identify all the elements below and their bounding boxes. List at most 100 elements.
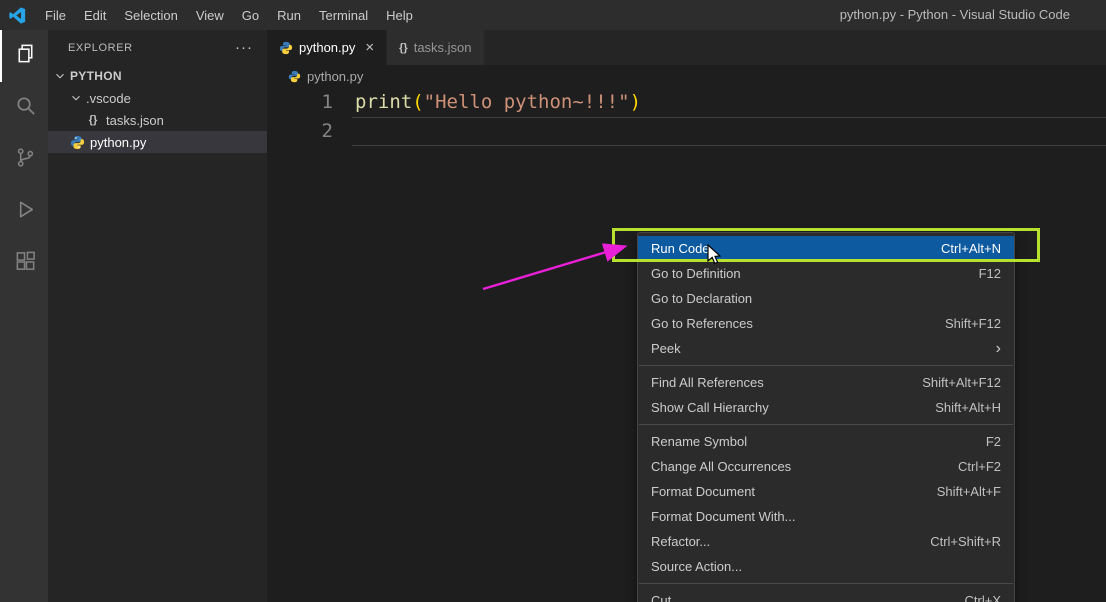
- menu-item-go-to-references[interactable]: Go to References Shift+F12: [638, 311, 1014, 336]
- menu-item-go-to-definition[interactable]: Go to Definition F12: [638, 261, 1014, 286]
- tree-item-python-py[interactable]: python.py: [48, 131, 267, 153]
- folder-label: .vscode: [86, 90, 131, 106]
- window-title: python.py - Python - Visual Studio Code: [839, 7, 1070, 22]
- menu-item-shortcut: F2: [985, 434, 1001, 449]
- tab-label: python.py: [299, 40, 356, 55]
- menu-separator: [639, 424, 1013, 425]
- menu-item-label: Refactor...: [651, 534, 711, 549]
- chevron-down-icon: [52, 69, 68, 83]
- menu-item-label: Peek: [651, 341, 681, 356]
- menu-item-shortcut: Shift+Alt+F: [936, 484, 1001, 499]
- run-debug-icon: [14, 198, 37, 226]
- python-file-icon: [288, 70, 301, 83]
- tree-item-tasks-json[interactable]: {} tasks.json: [48, 109, 267, 131]
- menu-item-go-to-declaration[interactable]: Go to Declaration: [638, 286, 1014, 311]
- breadcrumb: python.py: [267, 65, 1106, 88]
- activity-bar: [0, 30, 48, 602]
- tree-item-vscode-folder[interactable]: .vscode: [48, 87, 267, 109]
- menu-item-shortcut: F12: [978, 266, 1001, 281]
- code-text: print("Hello python~!!!"): [333, 88, 641, 117]
- token-paren-open: (: [412, 91, 424, 113]
- menu-item-shortcut: Shift+Alt+F12: [922, 375, 1001, 390]
- menu-item-show-call-hierarchy[interactable]: Show Call Hierarchy Shift+Alt+H: [638, 395, 1014, 420]
- files-icon: [14, 42, 37, 70]
- menu-item-shortcut: Ctrl+X: [964, 593, 1001, 602]
- menu-item-label: Find All References: [651, 375, 764, 390]
- menu-item-label: Run Code: [651, 241, 710, 256]
- menu-item-shortcut: Ctrl+Shift+R: [930, 534, 1001, 549]
- activity-source-control[interactable]: [0, 134, 48, 186]
- menu-item-label: Format Document: [651, 484, 756, 499]
- file-label: tasks.json: [106, 112, 164, 128]
- menu-separator: [639, 365, 1013, 366]
- current-line-highlight: [352, 117, 1106, 146]
- menu-item-rename-symbol[interactable]: Rename Symbol F2: [638, 429, 1014, 454]
- tree-root-python[interactable]: PYTHON: [48, 65, 267, 87]
- token-string: "Hello python~!!!": [423, 91, 630, 113]
- editor-context-menu: Run Code Ctrl+Alt+N Go to Definition F12…: [637, 232, 1015, 602]
- explorer-sidebar: EXPLORER ··· PYTHON .vscode {} tasks.jso…: [48, 30, 267, 602]
- menu-item-label: Rename Symbol: [651, 434, 748, 449]
- menu-edit[interactable]: Edit: [75, 0, 115, 30]
- token-function: print: [355, 91, 413, 113]
- menu-item-run-code[interactable]: Run Code Ctrl+Alt+N: [638, 236, 1014, 261]
- python-file-icon: [68, 135, 86, 150]
- menu-selection[interactable]: Selection: [115, 0, 186, 30]
- menu-item-find-all-references[interactable]: Find All References Shift+Alt+F12: [638, 370, 1014, 395]
- menu-item-label: Change All Occurrences: [651, 459, 792, 474]
- menu-item-shortcut: Ctrl+Alt+N: [941, 241, 1001, 256]
- menu-file[interactable]: File: [36, 0, 75, 30]
- menu-item-change-all-occurrences[interactable]: Change All Occurrences Ctrl+F2: [638, 454, 1014, 479]
- tab-label: tasks.json: [413, 40, 472, 55]
- menu-run[interactable]: Run: [268, 0, 310, 30]
- menu-item-cut[interactable]: Cut Ctrl+X: [638, 588, 1014, 602]
- tab-tasks-json[interactable]: {} tasks.json: [387, 30, 484, 65]
- menu-item-label: Go to References: [651, 316, 753, 331]
- menu-item-format-document-with[interactable]: Format Document With...: [638, 504, 1014, 529]
- menu-terminal[interactable]: Terminal: [310, 0, 377, 30]
- menu-view[interactable]: View: [187, 0, 233, 30]
- menu-separator: [639, 583, 1013, 584]
- menu-go[interactable]: Go: [233, 0, 268, 30]
- activity-search[interactable]: [0, 82, 48, 134]
- explorer-title: EXPLORER: [68, 41, 133, 54]
- breadcrumb-item[interactable]: python.py: [307, 69, 363, 84]
- menu-item-format-document[interactable]: Format Document Shift+Alt+F: [638, 479, 1014, 504]
- explorer-more-actions-icon[interactable]: ···: [235, 39, 253, 56]
- line-number: 2: [321, 120, 333, 142]
- root-folder-label: PYTHON: [70, 69, 122, 83]
- token-paren-close: ): [629, 91, 642, 113]
- menu-item-shortcut: Shift+F12: [944, 316, 1001, 331]
- menu-help[interactable]: Help: [377, 0, 422, 30]
- close-icon[interactable]: ×: [365, 39, 374, 56]
- menu-item-label: Cut: [651, 593, 672, 602]
- activity-extensions[interactable]: [0, 238, 48, 290]
- menu-item-label: Format Document With...: [651, 509, 796, 524]
- menu-item-label: Source Action...: [651, 559, 743, 574]
- activity-run-debug[interactable]: [0, 186, 48, 238]
- menu-item-label: Go to Declaration: [651, 291, 753, 306]
- line-number: 1: [321, 91, 333, 113]
- tab-python-py[interactable]: python.py ×: [267, 30, 387, 65]
- title-bar: File Edit Selection View Go Run Terminal…: [0, 0, 1106, 30]
- menu-item-shortcut: Shift+Alt+H: [935, 400, 1001, 415]
- tab-bar: python.py × {} tasks.json: [267, 30, 1106, 65]
- activity-explorer[interactable]: [0, 30, 48, 82]
- json-file-icon: {}: [88, 114, 98, 126]
- submenu-arrow-icon: ›: [995, 339, 1001, 357]
- menu-item-label: Go to Definition: [651, 266, 741, 281]
- menu-item-label: Show Call Hierarchy: [651, 400, 769, 415]
- menu-item-peek[interactable]: Peek ›: [638, 336, 1014, 361]
- source-control-icon: [14, 146, 37, 174]
- menu-item-refactor[interactable]: Refactor... Ctrl+Shift+R: [638, 529, 1014, 554]
- vscode-logo-icon: [9, 6, 26, 24]
- python-file-icon: [279, 41, 293, 55]
- menu-bar: File Edit Selection View Go Run Terminal…: [36, 0, 422, 30]
- explorer-header: EXPLORER ···: [48, 30, 267, 65]
- code-line-2: 2: [267, 117, 1106, 146]
- menu-item-shortcut: Ctrl+F2: [958, 459, 1001, 474]
- extensions-icon: [14, 250, 37, 278]
- menu-item-source-action[interactable]: Source Action...: [638, 554, 1014, 579]
- vscode-window: File Edit Selection View Go Run Terminal…: [0, 0, 1106, 602]
- chevron-down-icon: [68, 91, 84, 105]
